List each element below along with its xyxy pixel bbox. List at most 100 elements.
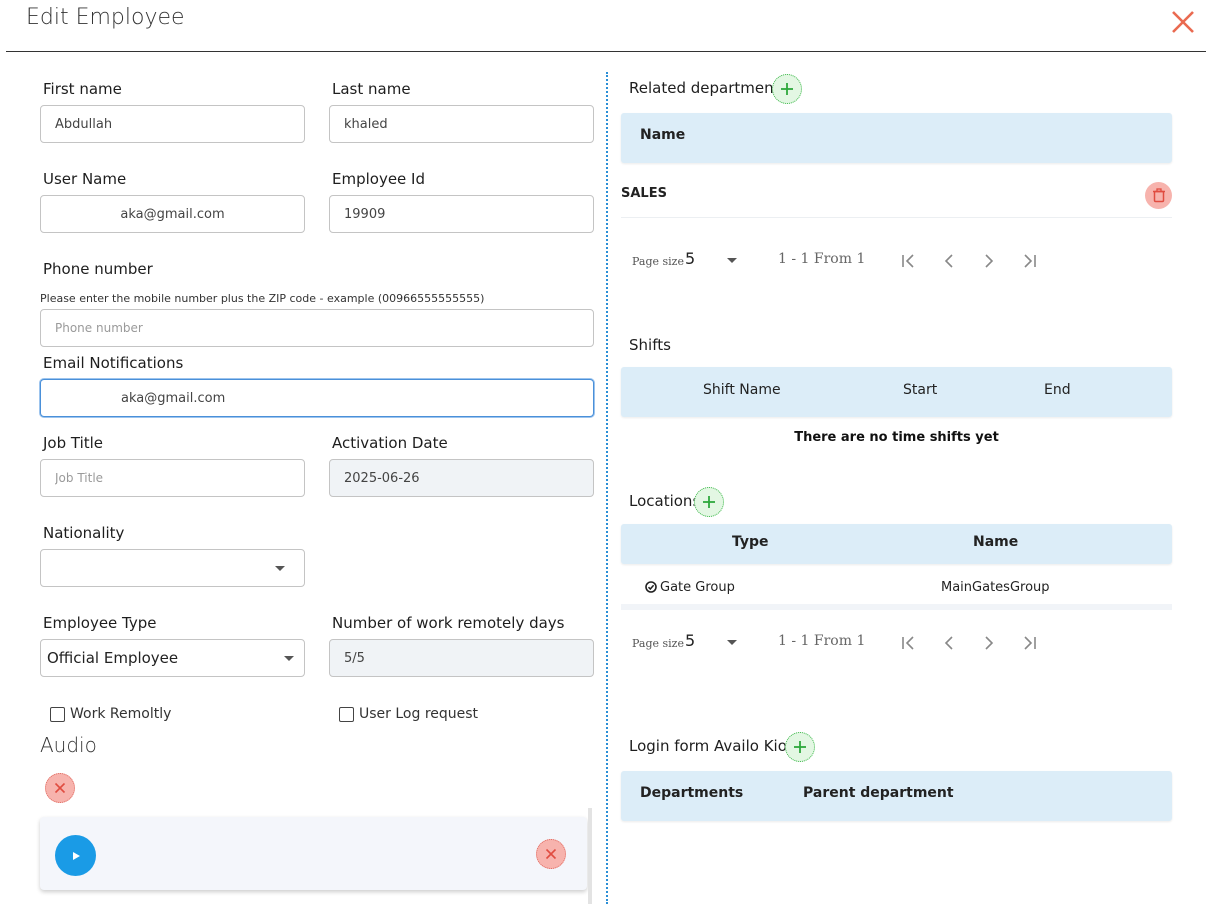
remove-recording-button[interactable] <box>536 839 566 869</box>
page-range: 1 - 1 From 1 <box>778 251 866 267</box>
remove-audio-button[interactable] <box>45 773 75 803</box>
remote-days-label: Number of work remotely days <box>332 614 565 632</box>
chevron-left-icon <box>944 254 953 268</box>
checkbox-box[interactable] <box>50 706 65 722</box>
audio-title: Audio <box>40 733 97 757</box>
chevron-down-icon <box>275 566 285 571</box>
departments-table-header: Name <box>621 113 1172 163</box>
job-title-input[interactable] <box>40 459 305 497</box>
user-name-label: User Name <box>43 170 127 188</box>
chevron-down-icon[interactable] <box>727 640 737 645</box>
first-name-label: First name <box>43 80 122 98</box>
next-page-button[interactable] <box>976 630 1002 656</box>
shifts-title: Shifts <box>629 336 671 354</box>
add-location-button[interactable] <box>694 487 724 517</box>
last-name-label: Last name <box>332 80 411 98</box>
page-size-label: Page size <box>632 637 684 650</box>
remote-days-input[interactable] <box>329 639 594 677</box>
first-page-button[interactable] <box>896 248 922 274</box>
location-name: MainGatesGroup <box>941 580 1050 595</box>
column-header-end: End <box>1044 382 1071 398</box>
chevron-left-icon <box>944 636 953 650</box>
kiosk-title: Login form Availo Kiosk <box>629 737 804 755</box>
trash-icon <box>1152 188 1165 203</box>
column-header-name: Name <box>973 534 1019 550</box>
column-header-type: Type <box>732 534 769 550</box>
page-size-select[interactable]: 5 <box>685 631 695 650</box>
chevron-down-icon[interactable] <box>727 258 737 263</box>
dialog-title: Edit Employee <box>26 5 185 30</box>
delete-department-button[interactable] <box>1145 182 1172 209</box>
activation-date-input[interactable] <box>329 459 594 497</box>
close-button[interactable] <box>1169 8 1197 36</box>
first-page-icon <box>902 636 914 650</box>
table-row: Gate Group MainGatesGroup <box>621 566 1172 610</box>
column-header-parent-department: Parent department <box>803 785 954 801</box>
kiosk-table-header: Departments Parent department <box>621 771 1172 821</box>
column-header-departments: Departments <box>640 785 744 801</box>
last-name-input[interactable] <box>329 105 594 143</box>
column-divider <box>606 72 608 904</box>
shifts-table-header: Shift Name Start End <box>621 367 1172 417</box>
page-size-label: Page size <box>632 255 684 268</box>
last-page-icon <box>1024 254 1036 268</box>
next-page-button[interactable] <box>976 248 1002 274</box>
employee-type-value: Official Employee <box>47 649 179 667</box>
scrollbar[interactable] <box>588 808 592 904</box>
department-name: SALES <box>621 186 667 201</box>
add-kiosk-department-button[interactable] <box>785 732 815 762</box>
locations-title: Locations <box>629 492 701 510</box>
locations-table-header: Type Name <box>621 524 1172 564</box>
phone-hint: Please enter the mobile number plus the … <box>40 292 485 305</box>
column-header-name: Name <box>640 127 686 143</box>
activation-date-label: Activation Date <box>332 434 448 452</box>
add-department-button[interactable] <box>772 74 802 104</box>
page-range: 1 - 1 From 1 <box>778 633 866 649</box>
gate-group-icon <box>645 581 657 593</box>
chevron-right-icon <box>985 636 994 650</box>
plus-icon <box>703 496 715 508</box>
dialog-header: Edit Employee <box>6 0 1206 52</box>
shifts-empty-message: There are no time shifts yet <box>794 430 999 445</box>
first-page-button[interactable] <box>896 630 922 656</box>
audio-player <box>40 817 587 890</box>
phone-input[interactable] <box>40 309 594 347</box>
plus-icon <box>781 83 793 95</box>
locations-paginator: Page size 5 1 - 1 From 1 <box>621 628 1172 658</box>
user-log-request-checkbox[interactable]: User Log request <box>339 706 478 722</box>
work-remotely-checkbox[interactable]: Work Remoltly <box>50 706 171 722</box>
departments-paginator: Page size 5 1 - 1 From 1 <box>621 246 1172 276</box>
first-name-input[interactable] <box>40 105 305 143</box>
first-page-icon <box>902 254 914 268</box>
close-icon <box>54 782 66 794</box>
employee-type-select[interactable]: Official Employee <box>40 639 305 677</box>
employee-id-input[interactable] <box>329 195 594 233</box>
nationality-select[interactable] <box>40 549 305 587</box>
prev-page-button[interactable] <box>936 630 962 656</box>
chevron-right-icon <box>985 254 994 268</box>
phone-label: Phone number <box>43 260 153 278</box>
plus-icon <box>794 741 806 753</box>
table-row: SALES <box>621 172 1172 218</box>
checkbox-box[interactable] <box>339 706 354 722</box>
email-notifications-input[interactable] <box>40 379 594 417</box>
work-remotely-label: Work Remoltly <box>70 706 172 722</box>
last-page-button[interactable] <box>1016 630 1042 656</box>
job-title-label: Job Title <box>43 434 104 452</box>
column-header-shift-name: Shift Name <box>703 382 781 398</box>
chevron-down-icon <box>284 656 294 661</box>
location-type: Gate Group <box>660 580 735 595</box>
user-log-request-label: User Log request <box>359 706 479 722</box>
email-notifications-label: Email Notifications <box>43 354 184 372</box>
user-name-input[interactable] <box>40 195 305 233</box>
employee-type-label: Employee Type <box>43 614 157 632</box>
play-button[interactable] <box>55 835 96 876</box>
last-page-button[interactable] <box>1016 248 1042 274</box>
close-icon <box>1172 11 1194 33</box>
play-icon <box>72 851 80 860</box>
prev-page-button[interactable] <box>936 248 962 274</box>
close-icon <box>545 848 557 860</box>
employee-id-label: Employee Id <box>332 170 426 188</box>
page-size-select[interactable]: 5 <box>685 249 695 268</box>
nationality-label: Nationality <box>43 524 125 542</box>
